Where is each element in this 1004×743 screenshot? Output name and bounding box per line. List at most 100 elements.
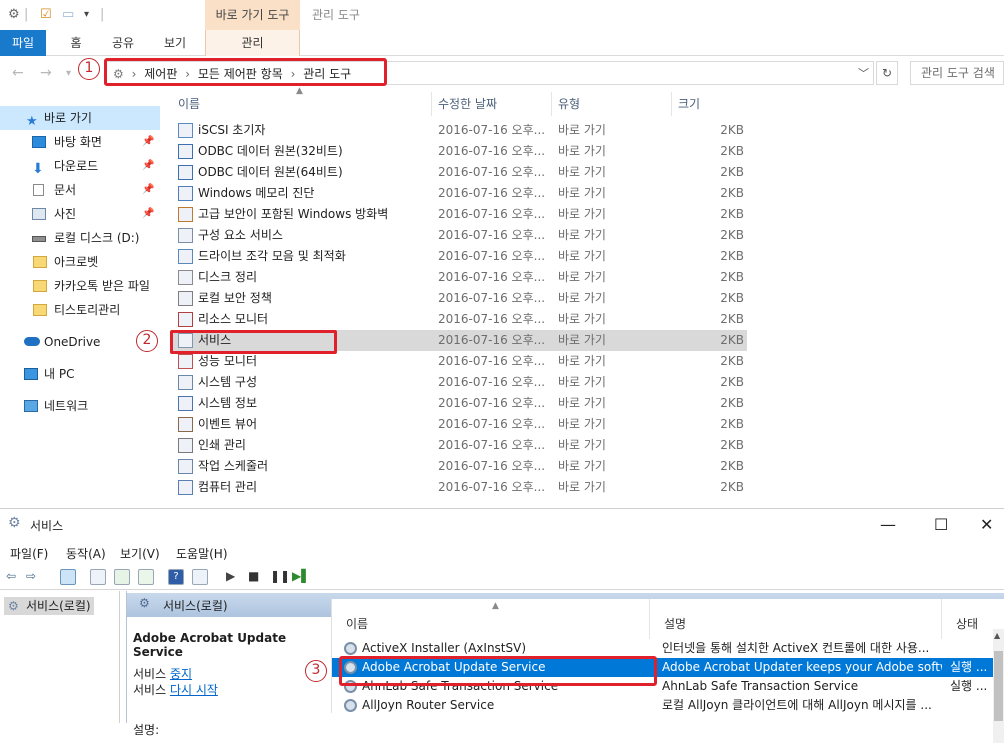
column-header-status[interactable]: 상태 <box>942 599 994 639</box>
column-header-name[interactable]: 이름 <box>172 92 432 116</box>
tree-node-services-local[interactable]: ⚙ 서비스(로컬) <box>4 597 94 615</box>
menu-view[interactable]: 보기(V) <box>120 545 160 562</box>
vertical-scrollbar[interactable]: ▲ <box>993 629 1004 743</box>
nav-item-pictures[interactable]: 사진 📌 <box>0 202 160 226</box>
restart-service-link[interactable]: 다시 시작 <box>170 683 218 697</box>
file-size: 2KB <box>720 123 744 137</box>
refresh-icon[interactable] <box>114 569 130 585</box>
pause-icon[interactable]: ❚❚ <box>270 569 290 583</box>
forward-arrow-icon[interactable]: → <box>40 65 52 81</box>
pin-icon[interactable]: 📌 <box>142 154 154 178</box>
new-folder-icon[interactable]: ▭ <box>62 7 74 22</box>
qat-dropdown-icon[interactable]: ▾ <box>84 9 89 20</box>
close-icon[interactable]: ✕ <box>980 515 993 534</box>
tab-file[interactable]: 파일 <box>0 30 46 56</box>
nav-item-quick-access[interactable]: ★ 바로 가기 <box>0 106 160 130</box>
stop-icon[interactable]: ■ <box>248 569 259 583</box>
scroll-up-icon[interactable]: ▲ <box>994 631 1000 640</box>
file-row[interactable]: 드라이브 조각 모음 및 최적화 2016-07-16 오후... 바로 가기 2KB <box>172 246 747 267</box>
callout-number: 3 <box>305 660 327 682</box>
menu-file[interactable]: 파일(F) <box>10 545 48 562</box>
nav-item-desktop[interactable]: 바탕 화면 📌 <box>0 130 160 154</box>
export-icon[interactable] <box>138 569 154 585</box>
view-icon[interactable] <box>192 569 208 585</box>
file-row[interactable]: ODBC 데이터 원본(32비트) 2016-07-16 오후... 바로 가기 2K… <box>172 141 747 162</box>
file-type: 바로 가기 <box>558 333 606 347</box>
nav-item-documents[interactable]: 문서 📌 <box>0 178 160 202</box>
nav-item-local-disk-d[interactable]: 로컬 디스크 (D:) <box>0 226 160 250</box>
file-row[interactable]: 구성 요소 서비스 2016-07-16 오후... 바로 가기 2KB <box>172 225 747 246</box>
file-row[interactable]: 로컬 보안 정책 2016-07-16 오후... 바로 가기 2KB <box>172 288 747 309</box>
shortcut-tools-context-tab[interactable]: 바로 가기 도구 <box>205 0 300 30</box>
file-date: 2016-07-16 오후... <box>438 333 546 347</box>
column-header-date[interactable]: 수정한 날짜 <box>432 92 552 116</box>
stop-service-link[interactable]: 중지 <box>170 667 192 681</box>
pin-icon[interactable]: 📌 <box>142 130 154 154</box>
file-row[interactable]: 이벤트 뷰어 2016-07-16 오후... 바로 가기 2KB <box>172 414 747 435</box>
file-row[interactable]: 컴퓨터 관리 2016-07-16 오후... 바로 가기 2KB <box>172 477 747 498</box>
file-row[interactable]: 시스템 구성 2016-07-16 오후... 바로 가기 2KB <box>172 372 747 393</box>
file-row[interactable]: iSCSI 초기자 2016-07-16 오후... 바로 가기 2KB <box>172 120 747 141</box>
title-bar: ⚙ 서비스 — ☐ ✕ <box>0 509 1004 541</box>
nav-item-network[interactable]: 네트워크 <box>0 394 160 418</box>
nav-label: 바탕 화면 <box>54 135 102 149</box>
file-type: 바로 가기 <box>558 396 606 410</box>
recent-dropdown-icon[interactable]: ▾ <box>66 68 71 79</box>
nav-item-this-pc[interactable]: 내 PC <box>0 362 160 386</box>
file-row[interactable]: 성능 모니터 2016-07-16 오후... 바로 가기 2KB <box>172 351 747 372</box>
column-header-type[interactable]: 유형 <box>552 92 672 116</box>
services-gear-icon: ⚙ <box>8 599 19 613</box>
file-type: 바로 가기 <box>558 186 606 200</box>
nav-item-folder-acrobat[interactable]: 아크로벳 <box>0 250 160 274</box>
restart-icon[interactable]: ▶▌ <box>292 569 310 583</box>
file-row[interactable]: 리소스 모니터 2016-07-16 오후... 바로 가기 2KB <box>172 309 747 330</box>
tab-view[interactable]: 보기 <box>160 30 190 56</box>
column-header-size[interactable]: 크기 <box>672 92 747 116</box>
pin-icon[interactable]: 📌 <box>142 202 154 226</box>
start-icon[interactable]: ▶ <box>226 569 235 583</box>
tree-node-label: 서비스(로컬) <box>26 599 91 613</box>
file-row[interactable]: ODBC 데이터 원본(64비트) 2016-07-16 오후... 바로 가기 2K… <box>172 162 747 183</box>
maximize-icon[interactable]: ☐ <box>934 515 948 534</box>
nav-item-downloads[interactable]: ⬇ 다운로드 📌 <box>0 154 160 178</box>
menu-help[interactable]: 도움말(H) <box>176 545 228 562</box>
scrollbar-thumb[interactable] <box>994 651 1003 721</box>
file-row[interactable]: 디스크 정리 2016-07-16 오후... 바로 가기 2KB <box>172 267 747 288</box>
file-row[interactable]: 시스템 정보 2016-07-16 오후... 바로 가기 2KB <box>172 393 747 414</box>
menu-action[interactable]: 동작(A) <box>66 545 106 562</box>
file-type: 바로 가기 <box>558 249 606 263</box>
service-row[interactable]: AllJoyn Router Service 로컬 AllJoyn 클라이언트에 … <box>332 696 994 715</box>
file-row[interactable]: 고급 보안이 포함된 Windows 방화벽 2016-07-16 오후... 바로… <box>172 204 747 225</box>
file-row[interactable]: 인쇄 관리 2016-07-16 오후... 바로 가기 2KB <box>172 435 747 456</box>
back-icon[interactable]: ⇦ <box>6 569 16 583</box>
column-header-name[interactable]: 이름 <box>332 599 650 639</box>
pin-icon[interactable]: 📌 <box>142 178 154 202</box>
nav-item-folder-kakaotalk[interactable]: 카카오톡 받은 파일 <box>0 274 160 298</box>
tab-manage[interactable]: 관리 <box>205 30 300 56</box>
tab-home[interactable]: 홈 <box>64 30 88 56</box>
annotation-box-services <box>170 330 337 354</box>
console-tree: ⚙ 서비스(로컬) <box>0 591 120 723</box>
checklist-icon[interactable]: ☑ <box>40 7 52 22</box>
minimize-icon[interactable]: — <box>880 515 896 534</box>
nav-item-folder-tistory[interactable]: 티스토리관리 <box>0 298 160 322</box>
shortcut-icon <box>178 270 193 285</box>
file-row[interactable]: 작업 스케줄러 2016-07-16 오후... 바로 가기 2KB <box>172 456 747 477</box>
back-arrow-icon[interactable]: ← <box>12 65 24 81</box>
services-window: ⚙ 서비스 — ☐ ✕ 파일(F) 동작(A) 보기(V) 도움말(H) ⇦ ⇨… <box>0 508 1004 743</box>
tab-share[interactable]: 공유 <box>108 30 138 56</box>
search-input[interactable]: 관리 도구 검색 <box>910 61 1004 85</box>
properties-icon[interactable]: ⚙ <box>8 7 20 22</box>
address-dropdown-icon[interactable]: ﹀ <box>858 65 869 81</box>
help-icon[interactable]: ? <box>168 569 184 585</box>
console-tree-icon[interactable] <box>60 569 76 585</box>
forward-icon[interactable]: ⇨ <box>26 569 36 583</box>
file-row[interactable]: Windows 메모리 진단 2016-07-16 오후... 바로 가기 2KB <box>172 183 747 204</box>
properties-icon[interactable] <box>90 569 106 585</box>
column-header-description[interactable]: 설명 <box>650 599 942 639</box>
shortcut-icon <box>178 249 193 264</box>
drive-icon <box>32 236 46 242</box>
ribbon-tabs: 파일 홈 공유 보기 관리 <box>0 30 1004 56</box>
refresh-icon[interactable]: ↻ <box>876 61 898 85</box>
panel-header-title: 서비스(로컬) <box>163 599 228 613</box>
